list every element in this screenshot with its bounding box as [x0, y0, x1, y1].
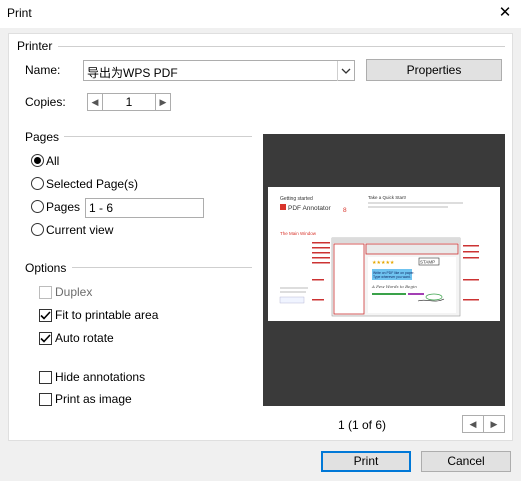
preview-handwriting: A Few Words to Begin	[371, 284, 417, 289]
svg-text:★★★★★: ★★★★★	[372, 260, 395, 266]
fit-printable-label[interactable]: Fit to printable area	[55, 308, 158, 322]
radio-all[interactable]	[31, 154, 44, 167]
printer-select[interactable]: 导出为WPS PDF	[83, 60, 355, 81]
hide-annotations-label[interactable]: Hide annotations	[55, 370, 145, 384]
pages-section-label: Pages	[25, 130, 60, 144]
page-range-input[interactable]: 1 - 6	[85, 198, 204, 218]
preview-section: The Main Window	[280, 231, 317, 236]
printer-divider	[58, 46, 505, 47]
chevron-right-icon: ▶	[490, 418, 498, 429]
radio-pages-label[interactable]: Pages	[46, 200, 80, 214]
properties-button[interactable]: Properties	[366, 59, 502, 81]
printer-section-label: Printer	[17, 39, 53, 53]
copies-decrement-button[interactable]: ◀	[87, 93, 103, 111]
preview-note-line2: Type wherever you want.	[373, 275, 411, 279]
options-section-label: Options	[25, 261, 67, 275]
radio-all-label[interactable]: All	[46, 154, 59, 168]
chevron-right-icon: ▶	[159, 96, 167, 107]
radio-selected-pages-label[interactable]: Selected Page(s)	[46, 177, 138, 191]
page-indicator: 1 (1 of 6)	[338, 418, 387, 432]
preview-heading: Getting started	[280, 196, 313, 202]
chevron-left-icon: ◀	[469, 418, 477, 429]
radio-current-view[interactable]	[31, 223, 44, 236]
close-icon[interactable]: ✕	[496, 4, 514, 22]
next-page-button[interactable]: ▶	[483, 415, 505, 433]
printer-name-label: Name:	[25, 63, 61, 77]
hide-annotations-checkbox[interactable]	[39, 371, 52, 384]
checkmark-icon	[40, 311, 51, 320]
fit-printable-checkbox[interactable]	[39, 309, 52, 322]
previous-page-button[interactable]: ◀	[462, 415, 484, 433]
radio-pages[interactable]	[31, 200, 44, 213]
duplex-checkbox	[39, 286, 52, 299]
preview-tour-title: Take a Quick Start!	[368, 195, 406, 200]
printer-select-value: 导出为WPS PDF	[87, 66, 178, 80]
radio-selected-pages[interactable]	[31, 177, 44, 190]
print-button[interactable]: Print	[321, 451, 411, 472]
radio-current-view-label[interactable]: Current view	[46, 223, 113, 237]
preview-version: 8	[343, 207, 347, 214]
options-divider	[72, 267, 252, 268]
print-as-image-checkbox[interactable]	[39, 393, 52, 406]
preview-page: Getting started PDF Annotator 8 The Main…	[268, 187, 500, 321]
chevron-left-icon: ◀	[91, 96, 99, 107]
duplex-label: Duplex	[55, 285, 93, 299]
copies-input[interactable]: 1	[103, 93, 155, 111]
copies-label: Copies:	[25, 95, 66, 109]
chevron-down-icon[interactable]	[337, 61, 354, 81]
preview-product: PDF Annotator	[288, 205, 331, 212]
title-bar	[0, 0, 521, 28]
preview-page-thumbnail: Getting started PDF Annotator 8 The Main…	[268, 187, 500, 321]
preview-stamp: STAMP	[420, 260, 435, 265]
auto-rotate-checkbox[interactable]	[39, 332, 52, 345]
checkmark-icon	[40, 334, 51, 343]
print-preview: Getting started PDF Annotator 8 The Main…	[263, 134, 505, 406]
window-title: Print	[7, 6, 32, 20]
copies-increment-button[interactable]: ▶	[155, 93, 171, 111]
cancel-button[interactable]: Cancel	[421, 451, 511, 472]
auto-rotate-label[interactable]: Auto rotate	[55, 331, 114, 345]
print-as-image-label[interactable]: Print as image	[55, 392, 132, 406]
pages-divider	[64, 136, 252, 137]
